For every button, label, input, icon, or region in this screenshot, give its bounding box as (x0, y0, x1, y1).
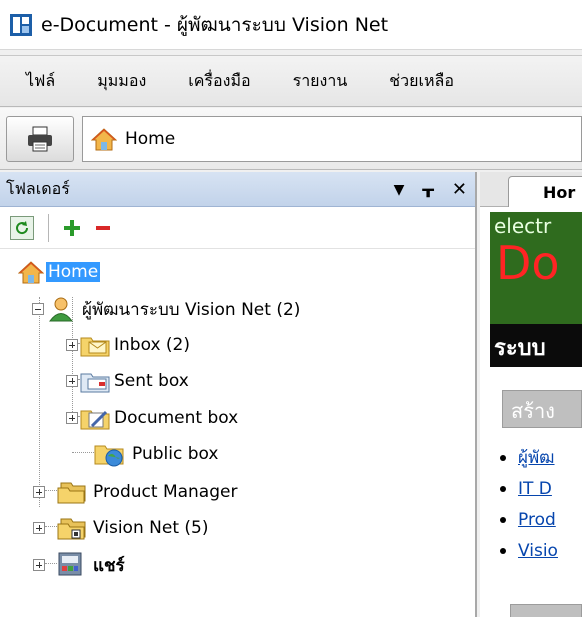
banner-text-line1: electr (494, 214, 552, 238)
address-text: Home (125, 128, 176, 149)
list-item: Prod (500, 504, 558, 535)
panel-controls: ▼ ᚁ ✕ (394, 172, 467, 207)
link-product[interactable]: Prod (518, 510, 556, 530)
expand-toggle[interactable] (66, 375, 78, 387)
expand-toggle[interactable] (33, 486, 45, 498)
content-panel: Hor electr Do ระบบ สร้าง ผู้พัฒ IT D Pro… (480, 172, 582, 617)
tree-item-label: ผู้พัฒนาระบบ Vision Net (2) (82, 299, 301, 320)
window-title: e-Document - ผู้พัฒนาระบบ Vision Net (41, 13, 389, 36)
section-header: สร้าง (502, 390, 582, 428)
expand-toggle[interactable] (33, 559, 45, 571)
refresh-icon (16, 220, 29, 234)
folder-stack-icon (57, 518, 86, 540)
tree-item-public[interactable]: Public box (94, 439, 220, 469)
e-document-banner: electr Do ระบบ (490, 212, 582, 367)
folders-panel-header: โฟลเดอร์ ▼ ᚁ ✕ (0, 172, 475, 207)
bullet (500, 516, 506, 523)
tree-item-product-manager[interactable]: Product Manager (33, 477, 239, 507)
tree-line (72, 452, 94, 453)
folders-panel: โฟลเดอร์ ▼ ᚁ ✕ Home ผู้พัฒนาระบบ Vision … (0, 172, 477, 617)
shared-drive-icon (58, 552, 82, 576)
menu-file[interactable]: ไฟล์ (22, 65, 59, 98)
user-icon (49, 297, 73, 322)
pin-icon[interactable]: ᚁ (422, 179, 433, 200)
tree-item-user[interactable]: ผู้พัฒนาระบบ Vision Net (2) (32, 294, 302, 324)
tree-item-vision-net[interactable]: Vision Net (5) (33, 513, 210, 543)
bullet (500, 454, 506, 461)
link-it[interactable]: IT D (518, 479, 552, 499)
address-bar[interactable]: Home (82, 115, 582, 162)
document-folder-icon (80, 410, 110, 430)
tree-line (39, 297, 40, 507)
list-item: ผู้พัฒ (500, 442, 558, 473)
print-button[interactable] (6, 115, 74, 162)
expand-toggle[interactable] (66, 412, 78, 424)
close-icon[interactable]: ✕ (452, 179, 467, 200)
tree-item-share[interactable]: แชร์ (33, 550, 127, 580)
remove-folder-button[interactable] (95, 220, 111, 236)
toolbar-separator (48, 213, 49, 242)
list-item: Visio (500, 535, 558, 566)
inbox-folder-icon (80, 337, 110, 357)
link-list: ผู้พัฒ IT D Prod Visio (500, 442, 558, 566)
menu-help[interactable]: ช่วยเหลือ (385, 65, 458, 98)
tab-strip: Hor (480, 172, 582, 207)
link-user[interactable]: ผู้พัฒ (518, 444, 555, 471)
section-header-2 (510, 604, 582, 617)
tab-home[interactable]: Hor (508, 176, 582, 207)
tree-item-label: Public box (132, 444, 219, 464)
expand-toggle[interactable] (33, 522, 45, 534)
public-folder-icon (94, 445, 124, 467)
folder-stack-icon (57, 482, 86, 504)
app-icon (10, 13, 32, 36)
collapse-toggle[interactable] (32, 303, 44, 315)
refresh-button[interactable] (10, 215, 34, 240)
folders-toolbar (0, 207, 475, 249)
dropdown-icon[interactable]: ▼ (394, 182, 405, 198)
folders-panel-title: โฟลเดอร์ (6, 178, 70, 198)
home-icon (91, 127, 117, 150)
tree-item-document[interactable]: Document box (66, 403, 240, 433)
add-folder-button[interactable] (63, 219, 81, 237)
printer-icon (28, 126, 52, 151)
banner-text-line2: Do (496, 236, 560, 290)
list-item: IT D (500, 473, 558, 504)
tree-item-label: Inbox (2) (114, 335, 191, 355)
bullet (500, 547, 506, 554)
expand-toggle[interactable] (66, 339, 78, 351)
tree-item-inbox[interactable]: Inbox (2) (66, 330, 192, 360)
toolbar: Home (0, 108, 582, 170)
tree-item-label: Home (46, 262, 101, 282)
tree-item-label: Sent box (114, 371, 189, 391)
title-bar: e-Document - ผู้พัฒนาระบบ Vision Net (0, 0, 582, 50)
menu-report[interactable]: รายงาน (289, 65, 352, 98)
tree-item-label: Product Manager (93, 482, 238, 502)
menu-bar: ไฟล์ มุมมอง เครื่องมือ รายงาน ช่วยเหลือ (0, 55, 582, 107)
tree-item-label: Vision Net (5) (93, 518, 209, 538)
home-icon (18, 261, 44, 284)
banner-text-line3: ระบบ (494, 336, 546, 361)
tree-item-label: Document box (114, 408, 239, 428)
menu-tools[interactable]: เครื่องมือ (184, 65, 254, 98)
sent-folder-icon (80, 373, 110, 393)
bullet (500, 485, 506, 492)
tree-item-home[interactable]: Home (18, 257, 101, 287)
tree-item-label: แชร์ (93, 555, 125, 576)
menu-view[interactable]: มุมมอง (93, 65, 150, 98)
tree-item-sent[interactable]: Sent box (66, 366, 191, 396)
link-vision[interactable]: Visio (518, 541, 558, 561)
